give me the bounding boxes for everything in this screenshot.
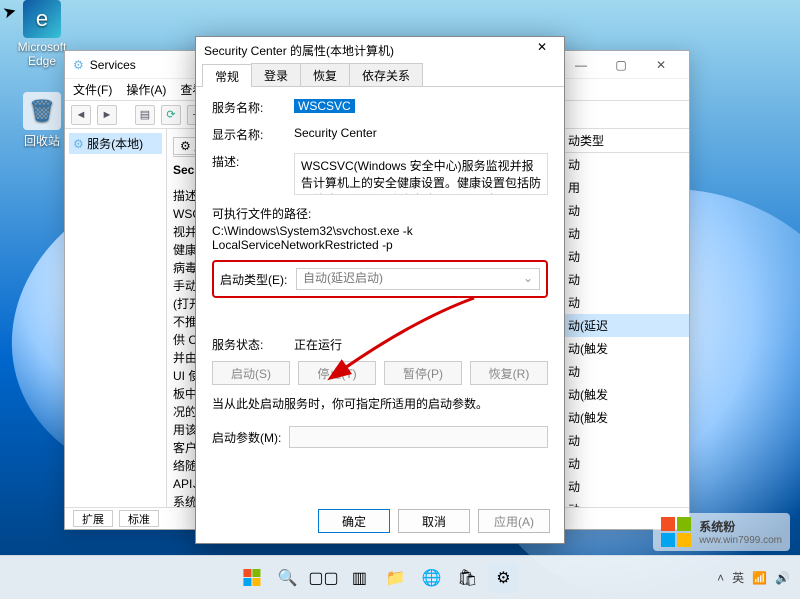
table-row[interactable]: 动本地系统: [562, 291, 689, 314]
cancel-button[interactable]: 取消: [398, 509, 470, 533]
label-description: 描述:: [212, 153, 294, 170]
stop-button[interactable]: 停止(T): [298, 361, 376, 385]
network-icon[interactable]: 📶: [752, 571, 767, 585]
tab-recovery[interactable]: 恢复: [300, 63, 350, 86]
services-list[interactable]: 动类型登录为 动本地服务用本地系统动本地系统动网络服务动本地系统动本地系统动本地…: [561, 129, 689, 507]
apply-button[interactable]: 应用(A): [478, 509, 550, 533]
start-button[interactable]: 启动(S): [212, 361, 290, 385]
sound-icon[interactable]: 🔊: [775, 571, 790, 585]
search-icon[interactable]: 🔍: [272, 563, 302, 593]
start-params-hint: 当从此处启动服务时，你可指定所适用的启动参数。: [212, 395, 548, 412]
table-row[interactable]: 动(触发本地系统: [562, 406, 689, 429]
desktop-icon-edge[interactable]: e Microsoft Edge: [14, 0, 70, 68]
label-display-name: 显示名称:: [212, 126, 294, 143]
maximize-button[interactable]: ▢: [601, 54, 641, 76]
start-button[interactable]: [236, 563, 266, 593]
store-icon[interactable]: 🛍: [452, 563, 482, 593]
table-row[interactable]: 动网络服务: [562, 222, 689, 245]
table-row[interactable]: 动本地系统: [562, 199, 689, 222]
dialog-close-button[interactable]: ✕: [528, 40, 556, 60]
services-task-icon[interactable]: ⚙: [488, 563, 518, 593]
minimize-button[interactable]: —: [561, 54, 601, 76]
startup-type-select[interactable]: 自动(延迟启动): [296, 268, 540, 290]
table-row[interactable]: 动本地系统: [562, 268, 689, 291]
pause-button[interactable]: 暂停(P): [384, 361, 462, 385]
label-start-params: 启动参数(M):: [212, 429, 281, 446]
toolbar-refresh-icon[interactable]: ⟳: [161, 105, 181, 125]
tab-logon[interactable]: 登录: [251, 63, 301, 86]
taskview-icon[interactable]: ▢▢: [308, 563, 338, 593]
resume-button[interactable]: 恢复(R): [470, 361, 548, 385]
value-description: WSCSVC(Windows 安全中心)服务监视并报告计算机上的安全健康设置。健…: [294, 153, 548, 195]
taskbar: 🔍 ▢▢ ▥ 📁 🌐 🛍 ⚙ ˄ 英 📶 🔊: [0, 555, 800, 599]
table-row[interactable]: 动(触发本地系统: [562, 337, 689, 360]
watermark: 系统粉 www.win7999.com: [653, 513, 790, 551]
mslogo-icon: [661, 517, 691, 547]
value-service-name: WSCSVC: [294, 99, 355, 113]
value-display-name: Security Center: [294, 126, 548, 140]
table-row[interactable]: 动本地服务: [562, 360, 689, 383]
services-tree[interactable]: ⚙ 服务(本地): [65, 129, 167, 507]
table-row[interactable]: 动(触发本地系统: [562, 383, 689, 406]
ime-indicator[interactable]: 英: [732, 569, 744, 586]
dialog-title: Security Center 的属性(本地计算机): [204, 42, 394, 59]
tray-chevron-icon[interactable]: ˄: [717, 571, 724, 585]
label-exe-path: 可执行文件的路径:: [212, 205, 548, 222]
startup-type-highlight: 启动类型(E): 自动(延迟启动): [212, 260, 548, 298]
tab-general[interactable]: 常规: [202, 64, 252, 87]
edge-label: Microsoft Edge: [18, 40, 67, 68]
table-row[interactable]: 动本地系统: [562, 429, 689, 452]
table-row[interactable]: 动本地系统: [562, 245, 689, 268]
value-exe-path: C:\Windows\System32\svchost.exe -k Local…: [212, 224, 548, 252]
table-row[interactable]: 动本地系统: [562, 498, 689, 507]
system-tray[interactable]: ˄ 英 📶 🔊: [717, 569, 790, 586]
table-row[interactable]: 动(延迟本地服务: [562, 314, 689, 337]
toolbar-fwd-icon[interactable]: ►: [97, 105, 117, 125]
tab-dependencies[interactable]: 依存关系: [349, 63, 423, 86]
table-row[interactable]: 动本地服务: [562, 153, 689, 177]
ok-button[interactable]: 确定: [318, 509, 390, 533]
menu-file[interactable]: 文件(F): [73, 81, 112, 98]
explorer-icon[interactable]: 📁: [380, 563, 410, 593]
tab-extended[interactable]: 扩展: [73, 510, 113, 527]
desktop-icon-recycle-bin[interactable]: 🗑 回收站: [14, 92, 70, 149]
label-startup-type: 启动类型(E):: [220, 271, 296, 288]
tab-standard[interactable]: 标准: [119, 510, 159, 527]
recycle-bin-label: 回收站: [24, 134, 60, 148]
widgets-icon[interactable]: ▥: [344, 563, 374, 593]
toolbar-back-icon[interactable]: ◄: [71, 105, 91, 125]
edge-task-icon[interactable]: 🌐: [416, 563, 446, 593]
table-row[interactable]: 用本地系统: [562, 176, 689, 199]
table-row[interactable]: 动本地服务: [562, 452, 689, 475]
label-service-name: 服务名称:: [212, 99, 294, 116]
menu-action[interactable]: 操作(A): [126, 81, 166, 98]
value-status: 正在运行: [294, 336, 342, 353]
services-title: Services: [90, 58, 136, 72]
table-row[interactable]: 动本地系统: [562, 475, 689, 498]
service-properties-dialog: Security Center 的属性(本地计算机) ✕ 常规 登录 恢复 依存…: [195, 36, 565, 544]
toolbar-props-icon[interactable]: ▤: [135, 105, 155, 125]
close-button[interactable]: ✕: [641, 54, 681, 76]
label-status: 服务状态:: [212, 336, 294, 353]
gear-icon: ⚙: [73, 58, 84, 72]
start-params-input[interactable]: [289, 426, 548, 448]
